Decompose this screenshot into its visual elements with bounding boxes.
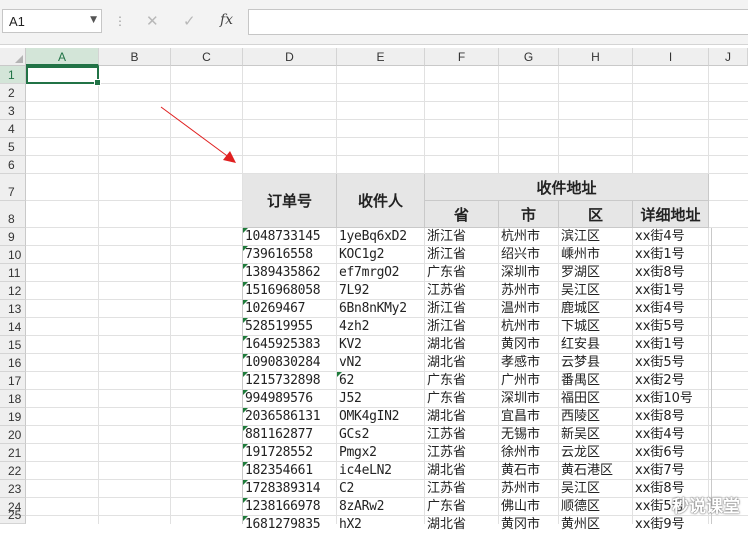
watermark: 秒说课堂 bbox=[672, 497, 740, 517]
arrow-head bbox=[223, 151, 236, 163]
arrow-shaft bbox=[160, 106, 231, 159]
annotation-arrow bbox=[160, 106, 236, 163]
